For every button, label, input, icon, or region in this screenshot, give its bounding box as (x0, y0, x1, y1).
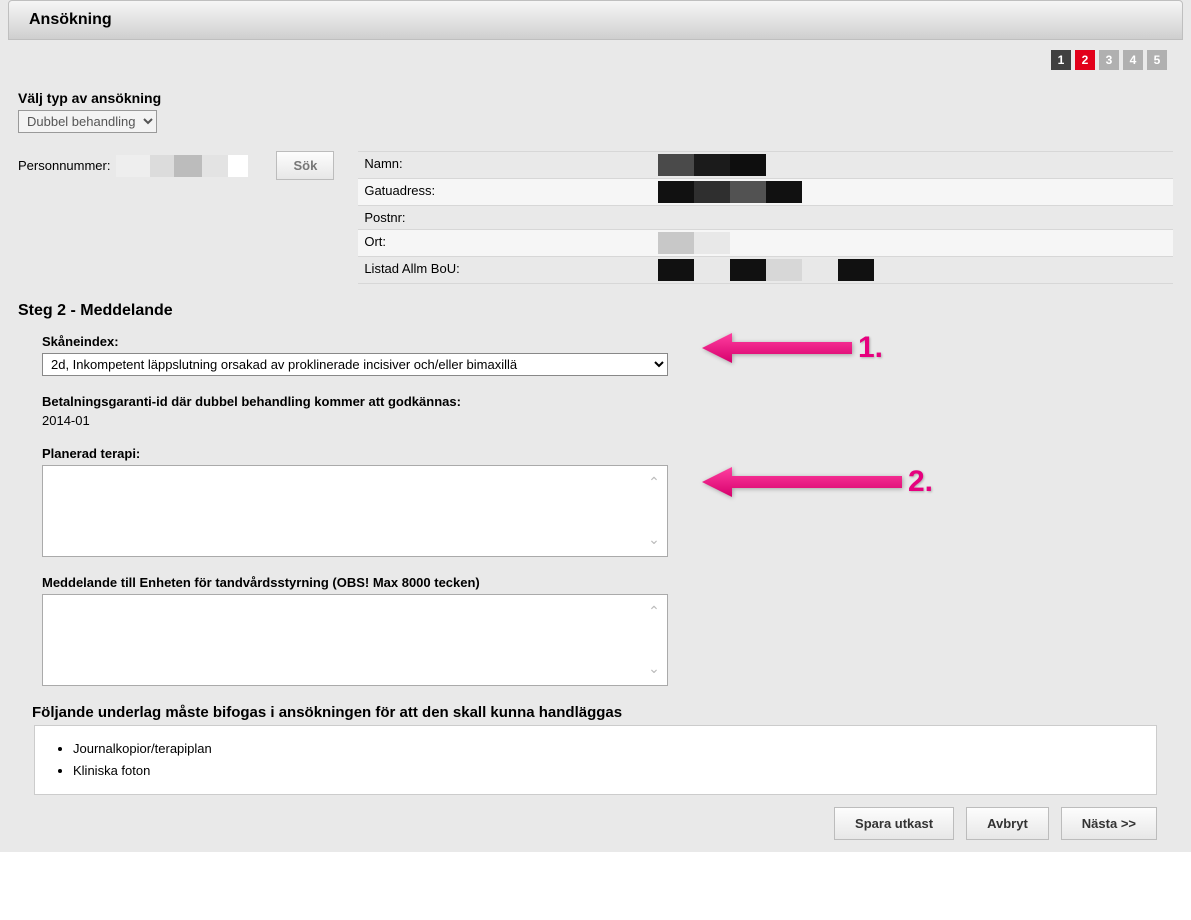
attachment-item: Journalkopior/terapiplan (73, 738, 1136, 760)
planerad-textarea[interactable] (43, 466, 643, 556)
label-namn: Namn: (358, 152, 658, 178)
planerad-label: Planerad terapi: (42, 446, 1173, 461)
search-button[interactable]: Sök (276, 151, 334, 180)
step-5[interactable]: 5 (1147, 50, 1167, 70)
value-namn (658, 152, 1173, 178)
page-title: Ansökning (29, 11, 1162, 29)
cancel-button[interactable]: Avbryt (966, 807, 1049, 840)
label-postnr: Postnr: (358, 206, 658, 229)
meddelande-block: Meddelande till Enheten för tandvårdssty… (42, 575, 1173, 686)
attachments-box: Journalkopior/terapiplan Kliniska foton (34, 725, 1157, 795)
row-gatuadress: Gatuadress: (358, 178, 1173, 205)
skaneindex-block: Skåneindex: 2d, Inkompetent läppslutning… (42, 334, 1173, 376)
chevron-up-icon[interactable]: ⌃ (648, 603, 660, 620)
step-2[interactable]: 2 (1075, 50, 1095, 70)
row-listad: Listad Allm BoU: (358, 256, 1173, 284)
person-info-table: Namn: Gatuadress: (358, 151, 1173, 284)
planerad-textarea-wrap: ⌃ ⌄ (42, 465, 668, 557)
callout-2-label: 2. (908, 465, 933, 499)
meddelande-label: Meddelande till Enheten för tandvårdssty… (42, 575, 1173, 590)
betalnings-block: Betalningsgaranti-id där dubbel behandli… (42, 394, 1173, 428)
arrow-icon (702, 462, 902, 502)
value-postnr (658, 206, 1173, 229)
step-indicator: 1 2 3 4 5 (18, 50, 1173, 70)
content-area: 1 2 3 4 5 Välj typ av ansökning Dubbel b… (8, 40, 1183, 844)
skaneindex-select[interactable]: 2d, Inkompetent läppslutning orsakad av … (42, 353, 668, 376)
betalnings-label: Betalningsgaranti-id där dubbel behandli… (42, 394, 1173, 409)
personnummer-field[interactable] (116, 155, 248, 177)
row-namn: Namn: (358, 151, 1173, 178)
application-type-label: Välj typ av ansökning (18, 90, 1173, 106)
attachments-heading: Följande underlag måste bifogas i ansökn… (32, 704, 1173, 721)
personnummer-label: Personnummer: (18, 158, 110, 173)
planerad-block: Planerad terapi: ⌃ ⌄ 2. (42, 446, 1173, 557)
step-3[interactable]: 3 (1099, 50, 1119, 70)
footer-buttons: Spara utkast Avbryt Nästa >> (18, 803, 1173, 844)
row-ort: Ort: (358, 229, 1173, 256)
label-listad: Listad Allm BoU: (358, 257, 658, 283)
scrollbar[interactable]: ⌃ ⌄ (645, 595, 663, 685)
chevron-up-icon[interactable]: ⌃ (648, 474, 660, 491)
attachment-item: Kliniska foton (73, 760, 1136, 782)
value-ort (658, 230, 1173, 256)
label-gatuadress: Gatuadress: (358, 179, 658, 205)
chevron-down-icon[interactable]: ⌄ (648, 531, 660, 548)
value-listad (658, 257, 1173, 283)
step-1[interactable]: 1 (1051, 50, 1071, 70)
callout-2: 2. (702, 462, 933, 502)
attachments-list: Journalkopior/terapiplan Kliniska foton (73, 738, 1136, 782)
app-root: Ansökning 1 2 3 4 5 Välj typ av ansöknin… (0, 0, 1191, 852)
meddelande-textarea-wrap: ⌃ ⌄ (42, 594, 668, 686)
application-type-select[interactable]: Dubbel behandling (18, 110, 157, 133)
skaneindex-label: Skåneindex: (42, 334, 1173, 349)
betalnings-value: 2014-01 (42, 413, 1173, 428)
step-heading: Steg 2 - Meddelande (18, 302, 1173, 320)
step-4[interactable]: 4 (1123, 50, 1143, 70)
personnummer-group: Personnummer: Sök (18, 151, 334, 180)
scrollbar[interactable]: ⌃ ⌄ (645, 466, 663, 556)
person-row: Personnummer: Sök Namn: (18, 151, 1173, 284)
header-bar: Ansökning (8, 0, 1183, 40)
meddelande-textarea[interactable] (43, 595, 643, 685)
next-button[interactable]: Nästa >> (1061, 807, 1157, 840)
label-ort: Ort: (358, 230, 658, 256)
application-type-section: Välj typ av ansökning Dubbel behandling (18, 90, 1173, 133)
chevron-down-icon[interactable]: ⌄ (648, 660, 660, 677)
save-draft-button[interactable]: Spara utkast (834, 807, 954, 840)
value-gatuadress (658, 179, 1173, 205)
row-postnr: Postnr: (358, 205, 1173, 229)
